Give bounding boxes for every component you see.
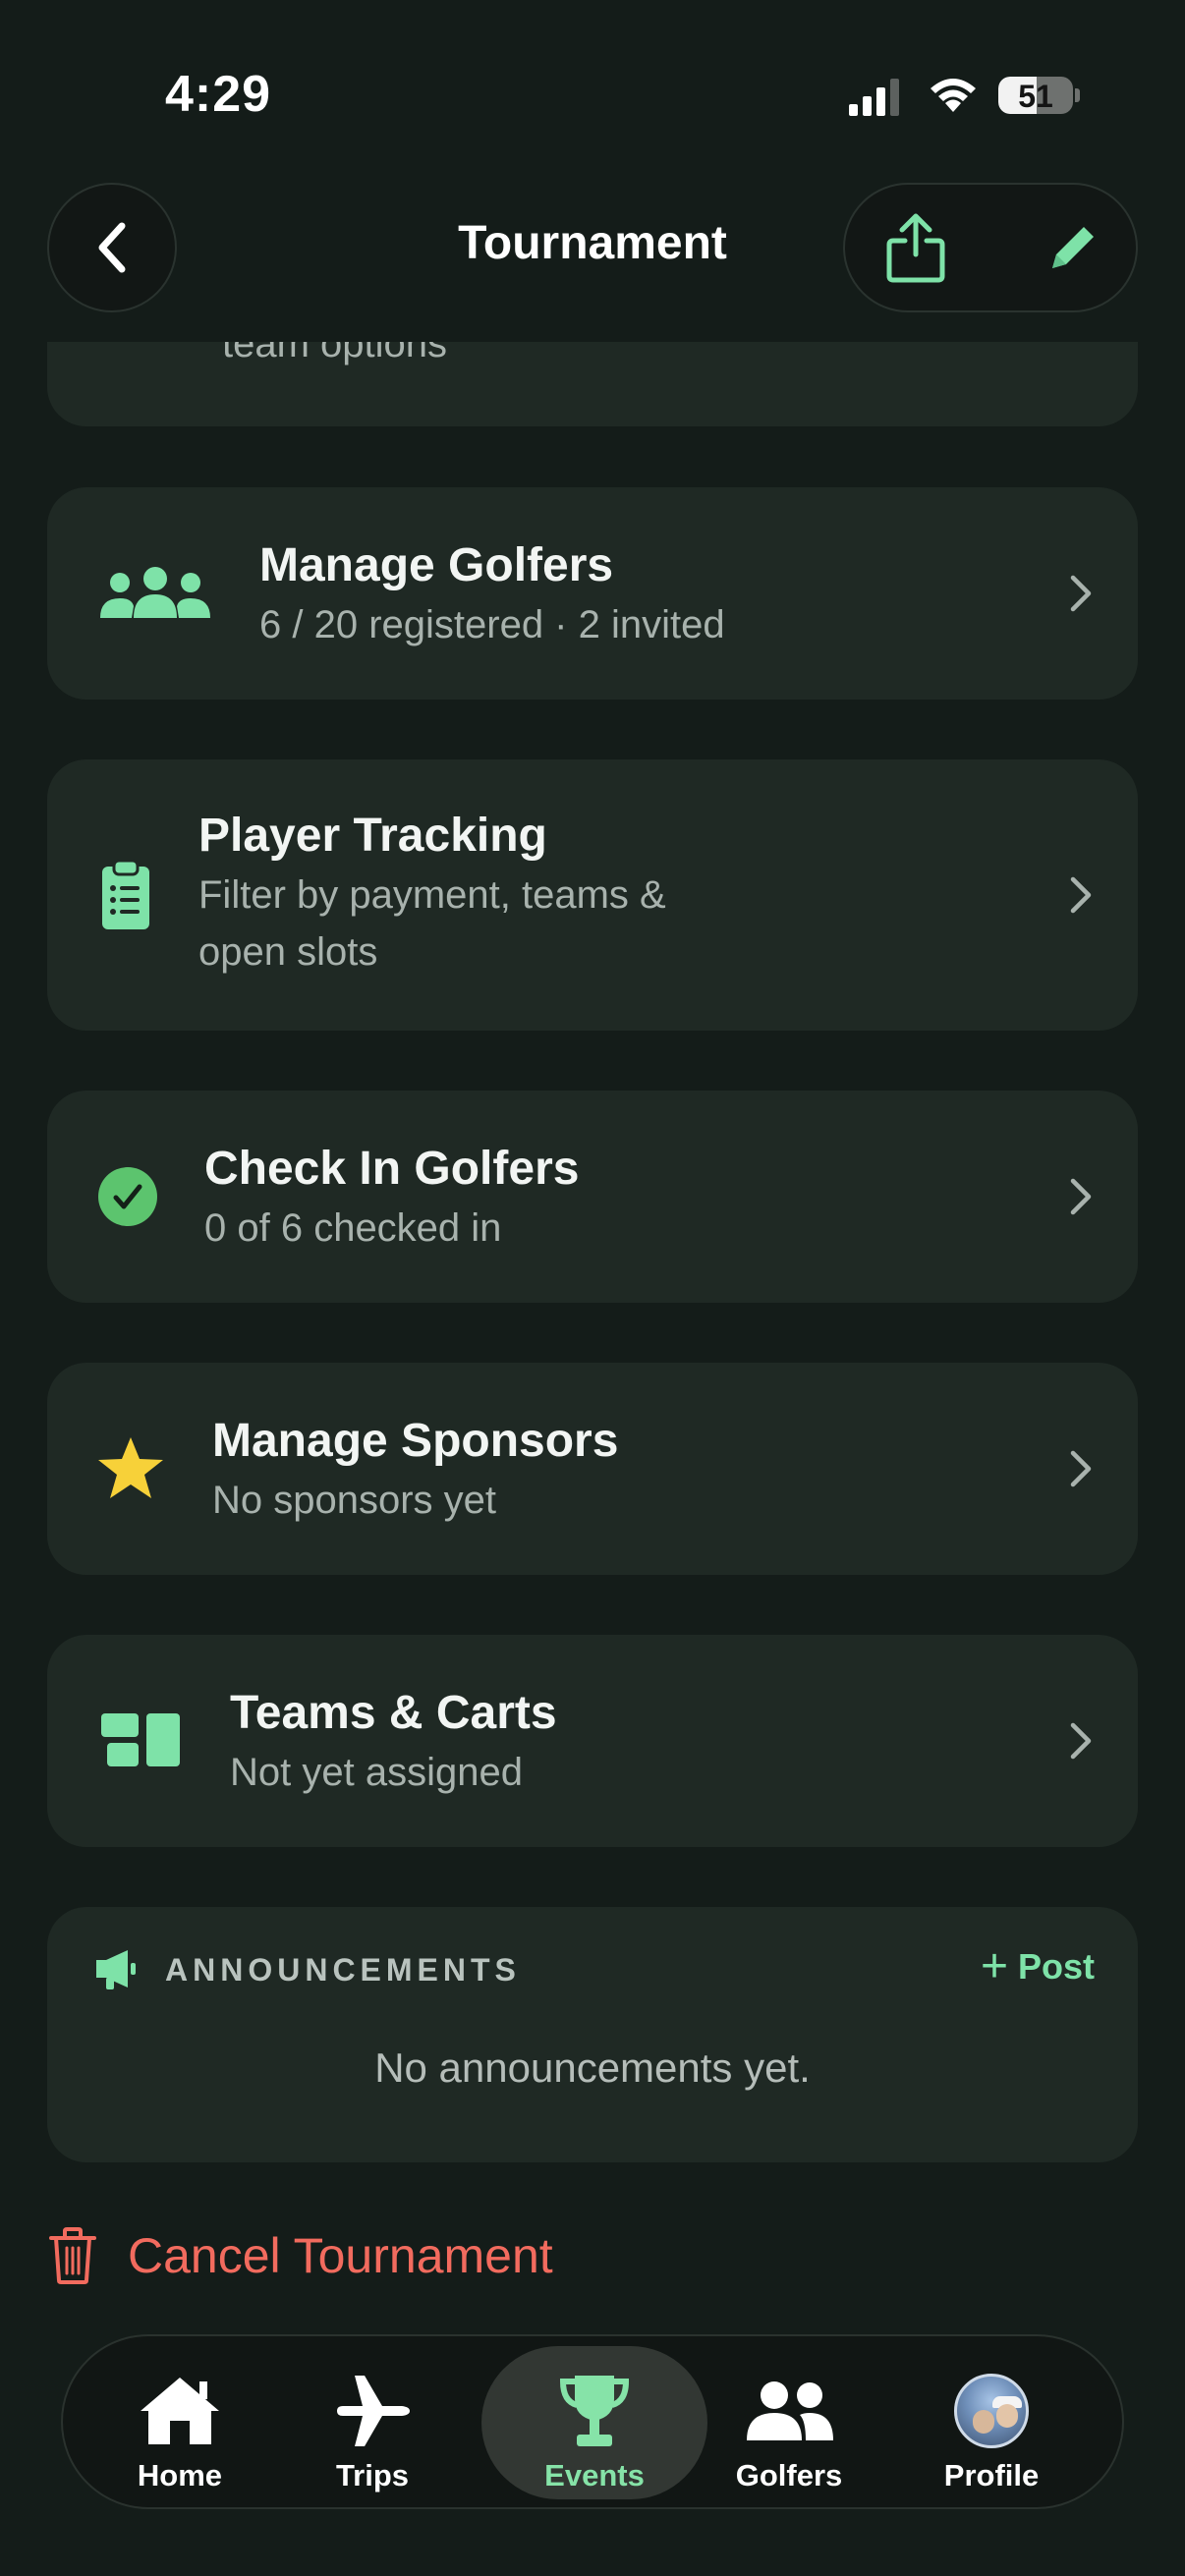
empty-state-text: No announcements yet. [374,2044,811,2091]
users-icon [676,2372,902,2450]
tab-profile[interactable]: Profile [878,2346,1104,2499]
tab-events[interactable]: Events [481,2346,707,2499]
card-subtitle: No sponsors yet [212,1479,497,1522]
chevron-right-icon [1070,1722,1092,1760]
card-subtitle: Not yet assigned [230,1751,523,1794]
trash-icon [49,2227,96,2284]
card-title: Teams & Carts [230,1687,557,1739]
airplane-icon [259,2372,485,2450]
manage-golfers-card[interactable]: Manage Golfers 6 / 20 registered · 2 inv… [47,487,1138,700]
star-icon [96,1435,165,1500]
chevron-right-icon [1070,1178,1092,1215]
tab-bar: Home Trips Events Golfers Profile [61,2334,1124,2509]
card-subtitle: 6 / 20 registered · 2 invited [259,603,725,646]
player-tracking-card[interactable]: Player Tracking Filter by payment, teams… [47,759,1138,1031]
megaphone-icon [96,1950,136,1989]
chevron-right-icon [1070,1450,1092,1487]
share-icon [886,213,945,283]
chevron-right-icon [1070,575,1092,612]
tab-label: Golfers [735,2458,843,2492]
card-title: Manage Sponsors [212,1415,619,1467]
cancel-label: Cancel Tournament [128,2228,553,2283]
teams-carts-card[interactable]: Teams & Carts Not yet assigned [47,1635,1138,1847]
card-title: Manage Golfers [259,539,614,591]
scroll-content[interactable]: team options Manage Golfers 6 / 20 regis… [0,342,1185,2576]
cancel-tournament-button[interactable]: Cancel Tournament [47,2221,735,2290]
tab-label: Profile [943,2458,1040,2492]
tab-trips[interactable]: Trips [259,2346,485,2499]
tab-golfers[interactable]: Golfers [676,2346,902,2499]
post-announcement-button[interactable]: + Post [980,1940,1095,1992]
share-button[interactable] [878,210,953,285]
status-time: 4:29 [165,66,272,123]
battery-icon: 51 [998,73,1080,116]
users-icon [98,558,212,627]
card-subtitle: team options [222,342,448,365]
section-label: ANNOUNCEMENTS [165,1952,521,1988]
tab-label: Events [544,2458,645,2492]
wifi-icon [931,79,976,112]
card-subtitle-line2: open slots [198,930,378,974]
nav-actions-group [843,183,1138,312]
check-in-golfers-card[interactable]: Check In Golfers 0 of 6 checked in [47,1091,1138,1303]
edit-button[interactable] [1038,214,1106,283]
navigation-bar: Tournament [0,177,1185,344]
cellular-signal-icon [849,79,899,116]
team-options-card[interactable]: team options [47,342,1138,426]
avatar [878,2372,1104,2450]
announcements-card: ANNOUNCEMENTS + Post No announcements ye… [47,1907,1138,2162]
card-title: Player Tracking [198,810,547,862]
post-label: Post [1017,1946,1095,1987]
pencil-icon [1052,227,1094,268]
card-title: Check In Golfers [204,1143,580,1195]
status-bar: 4:29 51 [0,0,1185,177]
check-circle-icon [96,1165,159,1228]
manage-sponsors-card[interactable]: Manage Sponsors No sponsors yet [47,1363,1138,1575]
chevron-right-icon [1070,876,1092,914]
clipboard-list-icon [98,858,153,932]
card-subtitle: 0 of 6 checked in [204,1206,502,1250]
layout-grid-icon [100,1713,183,1768]
trophy-icon [481,2372,707,2450]
card-subtitle-line1: Filter by payment, teams & [198,873,666,917]
plus-icon: + [980,1940,1008,1992]
battery-level: 51 [1018,79,1053,114]
tab-label: Trips [335,2458,410,2492]
announcements-header: ANNOUNCEMENTS + Post [92,1940,1095,1993]
